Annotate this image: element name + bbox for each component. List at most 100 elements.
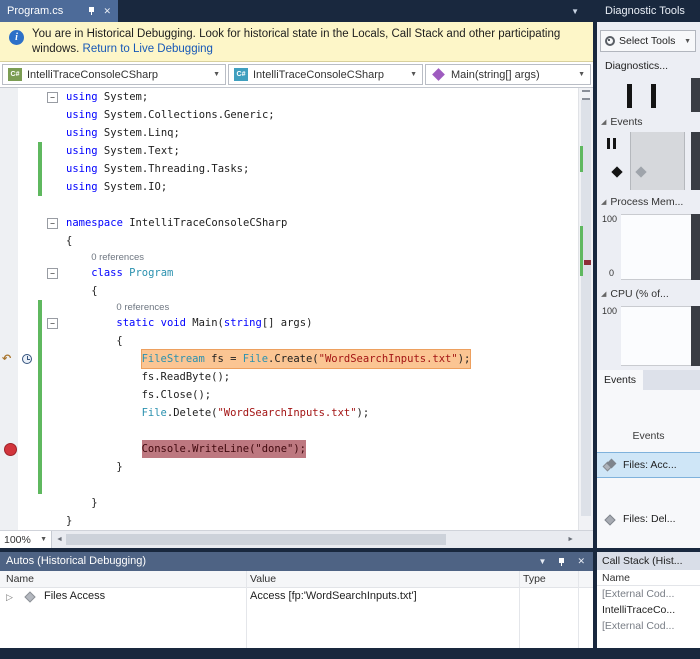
column-separator[interactable] (578, 571, 579, 648)
close-icon[interactable]: ✕ (103, 6, 111, 16)
events-section-header[interactable]: ◢ Events (601, 116, 643, 128)
code-line[interactable]: { (0, 282, 578, 300)
code-text: } (66, 515, 73, 527)
tab-events[interactable]: Events (597, 370, 643, 390)
project-dropdown[interactable]: C# IntelliTraceConsoleCSharp ▼ (2, 64, 226, 85)
close-icon[interactable]: ✕ (577, 557, 585, 566)
autos-panel-header[interactable]: Autos (Historical Debugging) ▼ ✕ (0, 552, 593, 571)
autos-row-item[interactable]: ▷ Files Access Access [fp:'WordSearchInput… (0, 588, 593, 606)
code-line[interactable] (0, 476, 578, 494)
change-tracking-bar (38, 332, 42, 350)
code-line[interactable]: − class Program (0, 264, 578, 282)
pin-icon[interactable] (557, 557, 566, 567)
code-text: } (91, 497, 98, 509)
code-text: namespace IntelliTraceConsoleCSharp (66, 217, 288, 229)
cpu-section-header[interactable]: ◢ CPU (% of... (601, 288, 669, 300)
code-line[interactable]: fs.ReadByte(); (0, 368, 578, 386)
member-dropdown[interactable]: Main(string[] args) ▼ (425, 64, 591, 85)
code-line[interactable]: 0 references (0, 300, 578, 314)
code-line[interactable]: using System.Threading.Tasks; (0, 160, 578, 178)
column-separator[interactable] (246, 571, 247, 648)
code-line[interactable]: fs.Close(); (0, 386, 578, 404)
member-dropdown-value: Main(string[] args) (451, 68, 540, 81)
code-line[interactable]: File.Delete("WordSearchInputs.txt"); (0, 404, 578, 422)
column-header-value[interactable]: Value (250, 573, 276, 585)
callstack-column-name[interactable]: Name (597, 570, 700, 586)
column-header-name[interactable]: Name (6, 573, 34, 585)
column-separator[interactable] (519, 571, 520, 648)
editor-vertical-scrollbar[interactable] (578, 88, 593, 530)
callstack-row[interactable]: [External Cod... (597, 618, 700, 634)
tab-program-cs[interactable]: Program.cs ✕ (0, 0, 118, 22)
fold-toggle-icon[interactable]: − (47, 218, 58, 229)
section-triangle-icon: ◢ (601, 291, 607, 298)
change-tracking-bar (38, 386, 42, 404)
type-dropdown-value: IntelliTraceConsoleCSharp (253, 68, 385, 81)
editor-horizontal-scrollbar[interactable]: ◄ ► (52, 531, 578, 548)
scroll-left-icon[interactable]: ◄ (56, 536, 63, 543)
code-line[interactable]: using System.Collections.Generic; (0, 106, 578, 124)
code-line[interactable]: using System.Linq; (0, 124, 578, 142)
events-tab-content: Events Files: Acc... Files: Del... (597, 390, 700, 548)
zoom-dropdown[interactable]: 100% ▼ (0, 531, 52, 548)
event-diamond-icon (611, 166, 623, 178)
code-line[interactable]: using System.Text; (0, 142, 578, 160)
timeline-event-bar (627, 84, 632, 108)
change-tracking-bar (38, 458, 42, 476)
code-line[interactable]: { (0, 332, 578, 350)
type-dropdown[interactable]: C# IntelliTraceConsoleCSharp ▼ (228, 64, 423, 85)
code-line[interactable]: } (0, 458, 578, 476)
code-line[interactable]: using System.IO; (0, 178, 578, 196)
code-line[interactable]: } (0, 512, 578, 530)
event-row[interactable]: Files: Acc... (597, 452, 700, 478)
fold-toggle-icon[interactable]: − (47, 318, 58, 329)
editor-navigation-bar: C# IntelliTraceConsoleCSharp ▼ C# Intell… (0, 62, 593, 88)
fold-toggle-icon[interactable]: − (47, 92, 58, 103)
return-to-live-debugging-link[interactable]: Return to Live Debugging (83, 43, 213, 55)
scroll-right-icon[interactable]: ► (567, 536, 574, 543)
code-text: 0 references (91, 252, 144, 263)
code-line[interactable]: ↶ FileStream fs = File.Create("WordSearch… (0, 349, 578, 369)
pin-icon[interactable] (87, 6, 96, 16)
code-line[interactable]: − static void Main(string[] args) (0, 314, 578, 332)
change-mark (580, 146, 583, 172)
callstack-row[interactable]: IntelliTraceCo... (597, 602, 700, 618)
code-line[interactable]: } (0, 494, 578, 512)
time-range-selection[interactable] (630, 132, 685, 190)
code-line[interactable]: { (0, 232, 578, 250)
code-lines: − using System; using System.Collections.G… (0, 88, 578, 530)
events-track[interactable] (597, 132, 700, 190)
highlighted-statement: FileStream fs = File.Create("WordSearchI… (140, 349, 472, 369)
callstack-panel-title[interactable]: Call Stack (Hist... (597, 552, 700, 570)
horizontal-scrollbar-thumb[interactable] (66, 534, 446, 545)
autos-column-headers[interactable]: Name Value Type (0, 571, 593, 588)
code-line[interactable]: 0 references (0, 250, 578, 264)
code-editor[interactable]: − using System; using System.Collections.G… (0, 88, 593, 530)
editor-split-handle-icon[interactable] (582, 90, 590, 100)
memory-plot-area (621, 214, 691, 280)
diagnostics-tabstrip: Events (597, 370, 700, 390)
change-tracking-bar (38, 476, 42, 494)
select-tools-button[interactable]: Select Tools ▼ (600, 30, 696, 52)
code-text: using System.Collections.Generic; (66, 109, 275, 121)
code-line[interactable] (0, 196, 578, 214)
chevron-down-icon[interactable]: ▼ (539, 552, 547, 571)
code-text: File.Delete("WordSearchInputs.txt"); (141, 407, 370, 419)
code-line[interactable]: − namespace IntelliTraceConsoleCSharp (0, 214, 578, 232)
expander-collapsed-icon[interactable]: ▷ (6, 591, 13, 603)
code-line[interactable] (0, 422, 578, 440)
change-tracking-bar (38, 300, 42, 314)
column-header-type[interactable]: Type (523, 573, 546, 585)
code-text: { (91, 285, 98, 297)
code-line[interactable]: − using System; (0, 88, 578, 106)
diagnostics-timeline[interactable] (597, 78, 700, 112)
tab-list-chevron-down-icon[interactable]: ▼ (571, 7, 579, 16)
breakpoint-icon[interactable] (4, 443, 17, 456)
process-memory-section-header[interactable]: ◢ Process Mem... (601, 196, 683, 208)
event-row[interactable]: Files: Del... (597, 506, 700, 532)
highlighted-statement: Console.WriteLine("done"); (141, 440, 306, 458)
fold-toggle-icon[interactable]: − (47, 268, 58, 279)
code-line[interactable]: Console.WriteLine("done"); (0, 440, 578, 458)
callstack-row[interactable]: [External Cod... (597, 586, 700, 602)
chevron-down-icon: ▼ (578, 71, 585, 78)
